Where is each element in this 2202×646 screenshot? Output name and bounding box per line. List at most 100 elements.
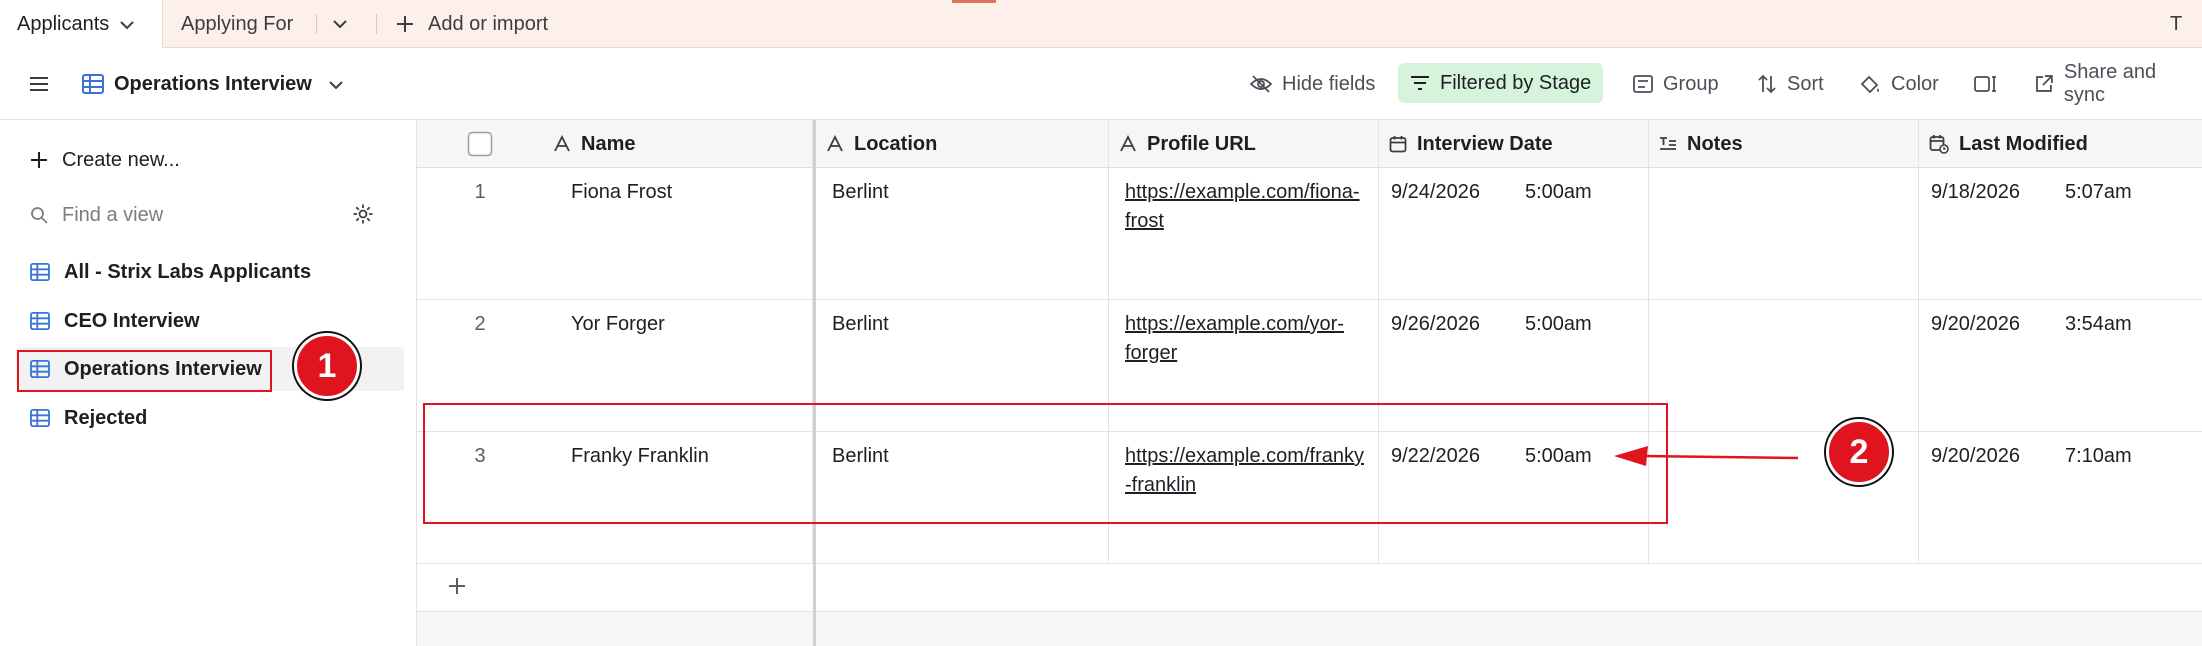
sidebar-view-rejected[interactable]: Rejected bbox=[16, 396, 404, 440]
table-row[interactable]: 1 Fiona Frost Berlint https://example.co… bbox=[417, 168, 2202, 300]
find-view-placeholder: Find a view bbox=[62, 203, 164, 226]
add-record-row[interactable] bbox=[417, 564, 2202, 612]
tab-divider bbox=[316, 14, 317, 34]
date-value: 9/20/2026 bbox=[1931, 445, 2020, 467]
cell-profile-url[interactable]: https://example.com/fiona- frost bbox=[1109, 168, 1379, 300]
cell-location[interactable]: Berlint bbox=[816, 168, 1109, 300]
sort-label: Sort bbox=[1787, 72, 1824, 95]
group-button[interactable]: Group bbox=[1633, 48, 1719, 120]
filter-icon bbox=[1411, 76, 1429, 90]
column-header-location[interactable]: Location bbox=[816, 120, 1109, 168]
sidebar-view-label: CEO Interview bbox=[64, 309, 200, 332]
column-header-label: Name bbox=[581, 132, 636, 155]
time-value: 3:54am bbox=[2065, 313, 2132, 335]
column-header-label: Last Modified bbox=[1959, 132, 2088, 155]
tab-divider bbox=[376, 14, 377, 34]
view-name: Operations Interview bbox=[114, 72, 312, 95]
sidebar-view-label: Rejected bbox=[64, 406, 148, 429]
add-or-import-button[interactable]: Add or import bbox=[396, 0, 548, 48]
share-and-sync-label: Share and sync bbox=[2063, 61, 2157, 106]
share-and-sync-button[interactable]: Share and sync bbox=[2034, 48, 2202, 120]
plus-icon[interactable] bbox=[447, 576, 467, 596]
chevron-down-icon[interactable] bbox=[119, 13, 135, 36]
column-header-name[interactable]: Name bbox=[543, 120, 813, 168]
search-icon bbox=[31, 207, 48, 224]
color-button[interactable]: Color bbox=[1859, 48, 1939, 120]
create-new-view-button[interactable]: Create new... bbox=[16, 138, 404, 182]
profile-url-link[interactable]: forger bbox=[1125, 342, 1177, 364]
time-value: 5:00am bbox=[1525, 313, 1592, 335]
long-text-icon bbox=[1660, 137, 1676, 150]
chevron-down-icon bbox=[333, 20, 347, 29]
profile-url-link[interactable]: https://example.com/yor- bbox=[1125, 313, 1344, 335]
color-label: Color bbox=[1891, 72, 1939, 95]
hide-fields-button[interactable]: Hide fields bbox=[1250, 48, 1375, 120]
sort-icon bbox=[1758, 74, 1776, 94]
cell-last-modified: 9/18/2026 5:07am bbox=[1919, 168, 2202, 300]
column-header-label: Notes bbox=[1687, 132, 1743, 155]
eye-slash-icon bbox=[1250, 75, 1272, 93]
group-icon bbox=[1633, 75, 1653, 93]
frozen-column-divider[interactable] bbox=[813, 120, 816, 646]
date-value: 9/24/2026 bbox=[1391, 181, 1480, 203]
cell-last-modified: 9/20/2026 3:54am bbox=[1919, 300, 2202, 432]
grid-view-icon bbox=[82, 74, 104, 94]
sidebar-view-label: All - Strix Labs Applicants bbox=[64, 260, 312, 283]
column-header-label: Interview Date bbox=[1417, 132, 1553, 155]
profile-url-link[interactable]: frost bbox=[1125, 210, 1164, 232]
date-value: 9/18/2026 bbox=[1931, 181, 2020, 203]
filter-button[interactable]: Filtered by Stage bbox=[1398, 63, 1604, 103]
plus-icon bbox=[397, 16, 413, 32]
filter-label: Filtered by Stage bbox=[1440, 71, 1592, 94]
annotation-badge-2: 2 bbox=[1826, 419, 1892, 485]
tab-applicants-label: Applicants bbox=[17, 13, 110, 35]
chevron-down-icon bbox=[328, 73, 354, 96]
more-tables-button[interactable] bbox=[332, 0, 348, 48]
column-header-last-modified[interactable]: Last Modified bbox=[1919, 120, 2202, 168]
gear-icon[interactable] bbox=[338, 203, 388, 231]
share-icon bbox=[2036, 75, 2053, 92]
column-header-label: Location bbox=[854, 132, 938, 155]
tab-applicants[interactable]: Applicants bbox=[0, 0, 163, 49]
sidebar-toggle-button[interactable] bbox=[28, 48, 60, 120]
cell-notes[interactable] bbox=[1649, 168, 1919, 300]
annotation-box-1 bbox=[17, 350, 272, 392]
plus-icon bbox=[31, 152, 47, 168]
row-height-icon bbox=[1974, 76, 1996, 92]
cell-interview-date[interactable]: 9/24/2026 5:00am bbox=[1379, 168, 1649, 300]
checkbox-icon[interactable] bbox=[467, 131, 493, 157]
select-all-checkbox-cell[interactable] bbox=[417, 120, 543, 168]
tab-accent-indicator bbox=[952, 0, 996, 3]
row-number: 1 bbox=[474, 181, 486, 203]
cell-notes[interactable] bbox=[1649, 300, 1919, 432]
sort-button[interactable]: Sort bbox=[1757, 48, 1824, 120]
tab-right-partial-label: T bbox=[2170, 12, 2183, 35]
date-value: 9/26/2026 bbox=[1391, 313, 1480, 335]
column-header-notes[interactable]: Notes bbox=[1649, 120, 1919, 168]
column-header-profile-url[interactable]: Profile URL bbox=[1109, 120, 1379, 168]
cell-name[interactable]: Fiona Frost bbox=[543, 168, 813, 300]
calendar-icon bbox=[1389, 136, 1407, 153]
view-switcher[interactable]: Operations Interview bbox=[82, 48, 354, 120]
table-tab-bar: Applicants Applying For Add or import T bbox=[0, 0, 2202, 49]
time-value: 5:07am bbox=[2065, 181, 2132, 203]
text-field-icon bbox=[827, 135, 843, 152]
tab-applying-for[interactable]: Applying For bbox=[181, 0, 293, 48]
records-grid: Name Location Profile URL Interview Date… bbox=[417, 120, 2202, 646]
grid-view-icon bbox=[30, 409, 50, 427]
profile-url-link[interactable]: https://example.com/fiona- bbox=[1125, 181, 1360, 203]
time-value: 5:00am bbox=[1525, 181, 1592, 203]
hide-fields-label: Hide fields bbox=[1282, 72, 1376, 95]
calendar-clock-icon bbox=[1929, 135, 1949, 154]
text-field-icon bbox=[554, 135, 570, 152]
column-header-interview-date[interactable]: Interview Date bbox=[1379, 120, 1649, 168]
sidebar-view-all-applicants[interactable]: All - Strix Labs Applicants bbox=[16, 250, 404, 294]
row-height-button[interactable] bbox=[1974, 48, 2008, 120]
grid-view-icon bbox=[30, 312, 50, 330]
find-view-search[interactable]: Find a view bbox=[16, 193, 404, 237]
view-toolbar: Operations Interview Hide fields Filtere… bbox=[0, 48, 2202, 120]
sidebar-view-ceo-interview[interactable]: CEO Interview bbox=[16, 299, 404, 343]
annotation-box-2 bbox=[423, 403, 1668, 524]
tab-right-partial[interactable]: T bbox=[2170, 0, 2182, 48]
hamburger-menu-icon bbox=[30, 77, 48, 91]
